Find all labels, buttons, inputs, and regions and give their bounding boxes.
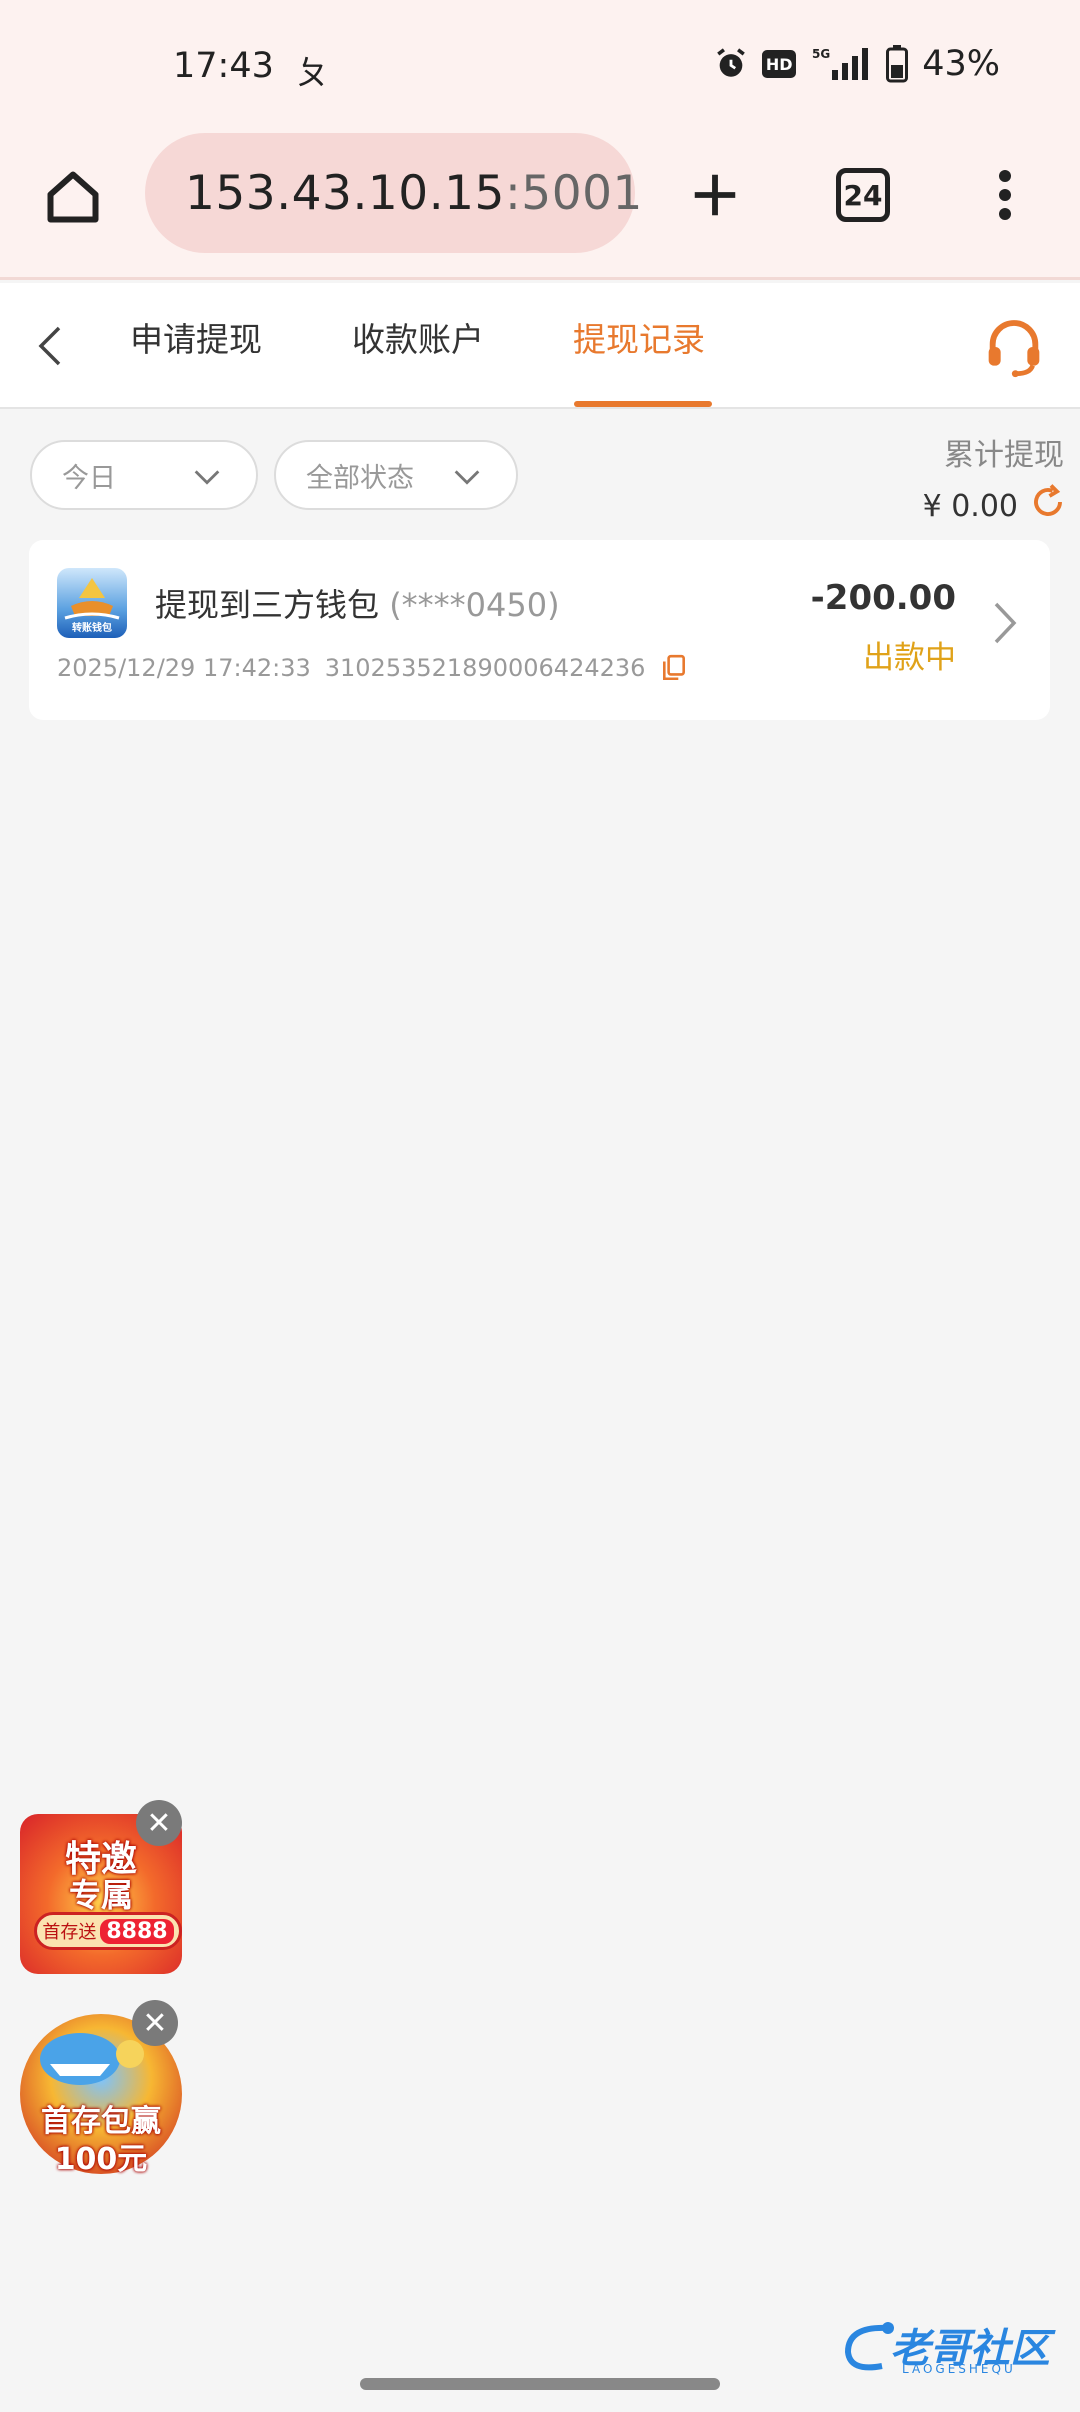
status-bar: 17:43 ㄆ HD 5G 43% (0, 0, 1080, 130)
record-account-mask: (****0450) (389, 586, 560, 624)
total-withdraw-amount: ¥ 0.00 (922, 488, 1018, 524)
svg-text:5G: 5G (812, 47, 830, 61)
withdraw-record-card[interactable]: 转账钱包 提现到三方钱包 (****0450) 2025/12/29 17:42… (29, 540, 1050, 720)
refresh-button[interactable] (1030, 484, 1066, 528)
status-filter-dropdown[interactable]: 全部状态 (274, 440, 518, 510)
status-icons: HD 5G 43% (714, 44, 1000, 84)
promo-special-invite[interactable]: 特邀 专属 首存送 8888 ✕ (14, 1800, 182, 1974)
new-tab-button[interactable] (680, 160, 750, 230)
record-order-number: 310253521890006424236 (324, 654, 646, 682)
wallet-logo: 转账钱包 (57, 568, 127, 638)
status-filter-label: 全部状态 (306, 462, 414, 494)
tab-apply-withdraw[interactable]: 申请提现 (130, 313, 262, 409)
headset-icon (988, 320, 1040, 378)
chevron-down-icon (194, 470, 220, 485)
chevron-left-icon (38, 326, 61, 366)
close-promo-button[interactable]: ✕ (136, 1800, 182, 1846)
more-vert-icon (999, 170, 1011, 220)
refresh-icon (1034, 484, 1062, 516)
record-title: 提现到三方钱包 (155, 586, 380, 624)
watermark-subtitle: LAOGESHEQU (902, 2362, 1016, 2376)
record-status: 出款中 (863, 640, 956, 676)
chevron-down-icon (454, 470, 480, 485)
url-host: 153.43.10.15 (185, 165, 505, 221)
total-withdraw-label: 累计提现 (944, 438, 1064, 473)
promo-line2: 100元 (54, 2142, 148, 2177)
tab-withdraw-records[interactable]: 提现记录 (573, 313, 705, 409)
url-text[interactable]: 153.43.10.15:5001 (185, 166, 643, 221)
record-datetime: 2025/12/29 17:42:33 (57, 654, 311, 682)
signal-icon: 5G (810, 46, 872, 82)
promo-badge-text: 首存送 (42, 1922, 97, 1943)
date-filter-dropdown[interactable]: 今日 (30, 440, 258, 510)
total-withdraw-row: ¥ 0.00 (923, 484, 1066, 528)
promo-badge-value: 8888 (100, 1918, 174, 1944)
record-amount: -200.00 (810, 578, 956, 618)
browser-toolbar: 153.43.10.15:5001 24 (0, 130, 1080, 280)
tab-payment-account[interactable]: 收款账户 (352, 313, 484, 409)
wallet-logo-text: 转账钱包 (72, 623, 112, 634)
active-tab-indicator (574, 401, 712, 407)
watermark-logo: 老哥社区 LAOGESHEQU (838, 2312, 1068, 2382)
copy-icon (663, 654, 686, 681)
record-meta: 2025/12/29 17:42:33 31025352189000642423… (57, 654, 687, 682)
copy-order-button[interactable] (661, 654, 687, 682)
notification-icon: ㄆ (296, 53, 329, 92)
promo-first-deposit[interactable]: 首存包赢 100元 ✕ (14, 2000, 182, 2177)
battery-percent: 43% (922, 44, 1000, 84)
alarm-icon (714, 47, 748, 81)
browser-menu-button[interactable] (985, 160, 1025, 230)
home-button[interactable] (38, 162, 108, 232)
promo-line2: 专属 (68, 1876, 133, 1914)
plus-icon (694, 174, 736, 216)
tab-switcher-button[interactable]: 24 (836, 168, 890, 222)
address-bar[interactable]: 153.43.10.15:5001 (145, 133, 642, 253)
status-time: 17:43 (173, 46, 274, 86)
home-icon (47, 171, 99, 223)
customer-service-button[interactable] (980, 313, 1048, 381)
battery-icon (886, 45, 909, 83)
chevron-right-icon (990, 600, 1020, 650)
promo-badge: 首存送 8888 (34, 1912, 182, 1950)
date-filter-label: 今日 (62, 462, 116, 494)
record-title-line: 提现到三方钱包 (****0450) (155, 580, 560, 626)
hd-badge: HD (762, 50, 797, 78)
close-promo-button[interactable]: ✕ (132, 2000, 178, 2046)
home-indicator[interactable] (360, 2378, 720, 2390)
url-port: :5001 (504, 165, 643, 221)
back-button[interactable] (20, 311, 80, 381)
page-header: 申请提现 收款账户 提现记录 (0, 283, 1080, 409)
